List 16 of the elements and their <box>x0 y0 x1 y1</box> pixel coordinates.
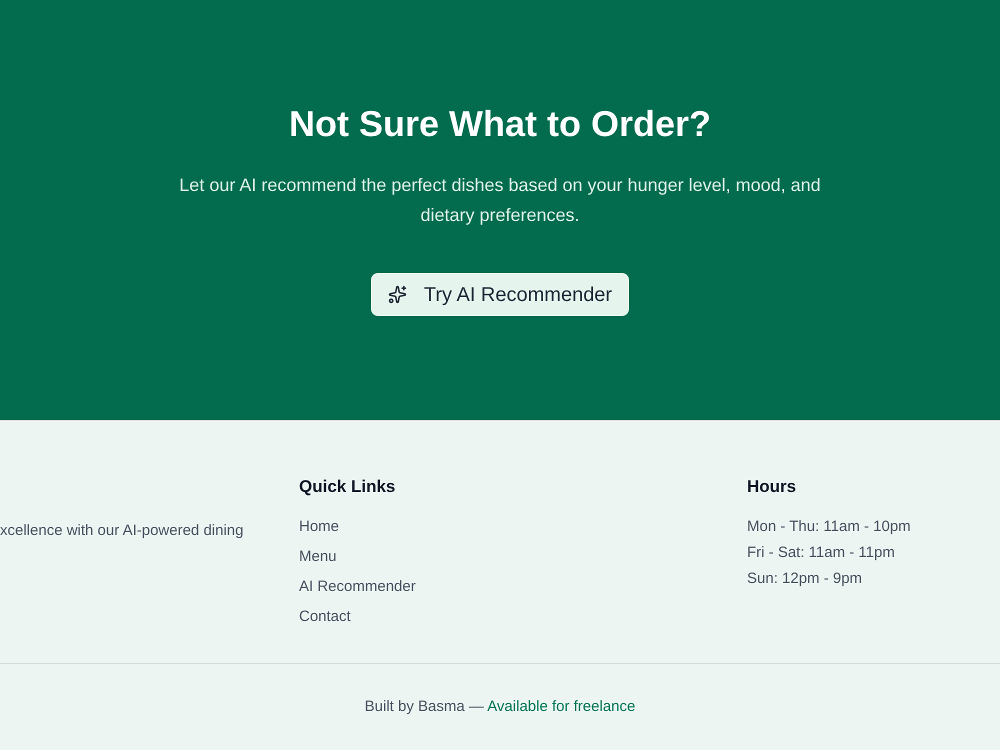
footer-link[interactable]: AI Recommender <box>299 575 416 599</box>
hours-text: Fri - Sat: 11am - 11pm <box>747 543 895 563</box>
footer-link[interactable]: Home <box>299 515 340 539</box>
freelance-link[interactable]: Available for freelance <box>487 698 636 715</box>
about-text: xcellence with our AI-powered dining <box>0 521 244 541</box>
column-heading: Quick Links <box>299 476 396 498</box>
credit-text: Built by Basma — Available for freelance <box>364 697 636 717</box>
column-heading: Hours <box>747 476 798 498</box>
hero-subtitle: Let our AI recommend the perfect dishes based on your hunger level, mood, and dietary preferences. <box>178 174 822 227</box>
footer-link[interactable]: Contact <box>299 605 351 629</box>
hours-text: Mon - Thu: 11am - 10pm <box>747 517 911 537</box>
hours-text: Sun: 12pm - 9pm <box>747 569 862 589</box>
try-ai-button[interactable]: Try AI Recommender <box>370 273 630 316</box>
sparkles-icon <box>388 285 407 304</box>
hero-title: Not Sure What to Order? <box>289 102 711 146</box>
footer-link[interactable]: Menu <box>299 545 337 569</box>
